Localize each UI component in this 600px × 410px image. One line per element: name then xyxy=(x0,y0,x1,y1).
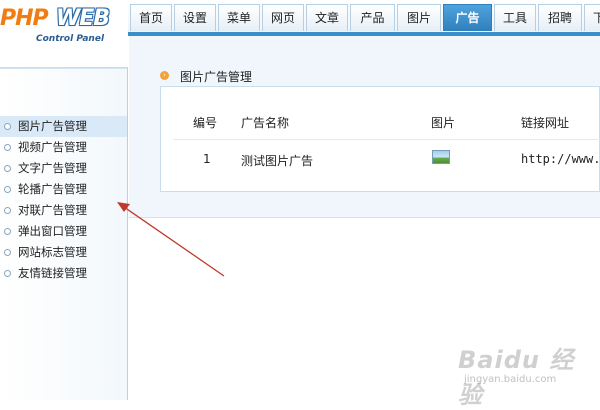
sidebar-item-site-logo[interactable]: 网站标志管理 xyxy=(0,242,127,263)
tab-more[interactable]: 下 xyxy=(584,4,600,31)
cell-id: 1 xyxy=(203,152,211,166)
tab-menu[interactable]: 菜单 xyxy=(218,4,260,31)
bullet-icon xyxy=(4,165,11,172)
tab-pages[interactable]: 网页 xyxy=(262,4,304,31)
sidebar-item-label: 图片广告管理 xyxy=(18,119,87,133)
sidebar-item-carousel-ads[interactable]: 轮播广告管理 xyxy=(0,179,127,200)
sidebar-item-video-ads[interactable]: 视频广告管理 xyxy=(0,137,127,158)
bullet-icon xyxy=(4,144,11,151)
tab-tools[interactable]: 工具 xyxy=(494,4,536,31)
bullet-icon xyxy=(4,207,11,214)
sidebar-item-image-ads[interactable]: 图片广告管理 xyxy=(0,116,127,137)
column-header-image: 图片 xyxy=(431,116,456,130)
bullet-icon xyxy=(4,186,11,193)
logo-brand-php: PHP xyxy=(0,6,49,31)
ads-table-panel: 编号 广告名称 图片 链接网址 1 测试图片广告 http://www. xyxy=(160,86,600,192)
bullet-icon xyxy=(4,228,11,235)
tab-products[interactable]: 产品 xyxy=(350,4,395,31)
logo: PHP WEB Control Panel xyxy=(0,0,128,68)
image-icon[interactable] xyxy=(432,150,450,164)
tab-jobs[interactable]: 招聘 xyxy=(538,4,582,31)
cell-name[interactable]: 测试图片广告 xyxy=(241,152,313,169)
logo-brand-web: WEB xyxy=(56,6,110,31)
sidebar-item-couplet-ads[interactable]: 对联广告管理 xyxy=(0,200,127,221)
sidebar: 图片广告管理 视频广告管理 文字广告管理 轮播广告管理 对联广告管理 弹出窗口管… xyxy=(0,68,128,400)
sidebar-item-popup-windows[interactable]: 弹出窗口管理 xyxy=(0,221,127,242)
column-header-id: 编号 xyxy=(193,116,218,130)
section-title: 图片广告管理 xyxy=(162,68,252,85)
tab-settings[interactable]: 设置 xyxy=(174,4,216,31)
sidebar-item-label: 对联广告管理 xyxy=(18,203,87,217)
sidebar-item-label: 轮播广告管理 xyxy=(18,182,87,196)
watermark: Baidu 经验 jingyan.baidu.com xyxy=(458,340,598,409)
sidebar-menu: 图片广告管理 视频广告管理 文字广告管理 轮播广告管理 对联广告管理 弹出窗口管… xyxy=(0,116,127,284)
column-header-url: 链接网址 xyxy=(521,116,570,130)
bullet-icon xyxy=(4,123,11,130)
tab-home[interactable]: 首页 xyxy=(130,4,172,31)
sidebar-item-label: 弹出窗口管理 xyxy=(18,224,87,238)
section-title-text: 图片广告管理 xyxy=(180,70,253,84)
sidebar-item-text-ads[interactable]: 文字广告管理 xyxy=(0,158,127,179)
sidebar-item-label: 友情链接管理 xyxy=(18,266,87,280)
sidebar-item-label: 视频广告管理 xyxy=(18,140,87,154)
cell-url[interactable]: http://www. xyxy=(521,152,600,166)
tab-articles[interactable]: 文章 xyxy=(306,4,348,31)
bullet-icon xyxy=(4,270,11,277)
tab-images[interactable]: 图片 xyxy=(397,4,441,31)
column-header-name: 广告名称 xyxy=(241,116,290,130)
sidebar-item-friend-links[interactable]: 友情链接管理 xyxy=(0,263,127,284)
sidebar-item-label: 文字广告管理 xyxy=(18,161,87,175)
sidebar-item-label: 网站标志管理 xyxy=(18,245,87,259)
top-nav-tabs: 首页 设置 菜单 网页 文章 产品 图片 广告 工具 招聘 下 xyxy=(128,0,600,36)
watermark-url: jingyan.baidu.com xyxy=(464,374,557,385)
table-header-divider xyxy=(173,139,600,140)
sidebar-divider xyxy=(0,68,127,69)
logo-subtitle: Control Panel xyxy=(36,34,105,44)
tab-ads[interactable]: 广告 xyxy=(443,4,492,31)
bullet-icon xyxy=(4,249,11,256)
